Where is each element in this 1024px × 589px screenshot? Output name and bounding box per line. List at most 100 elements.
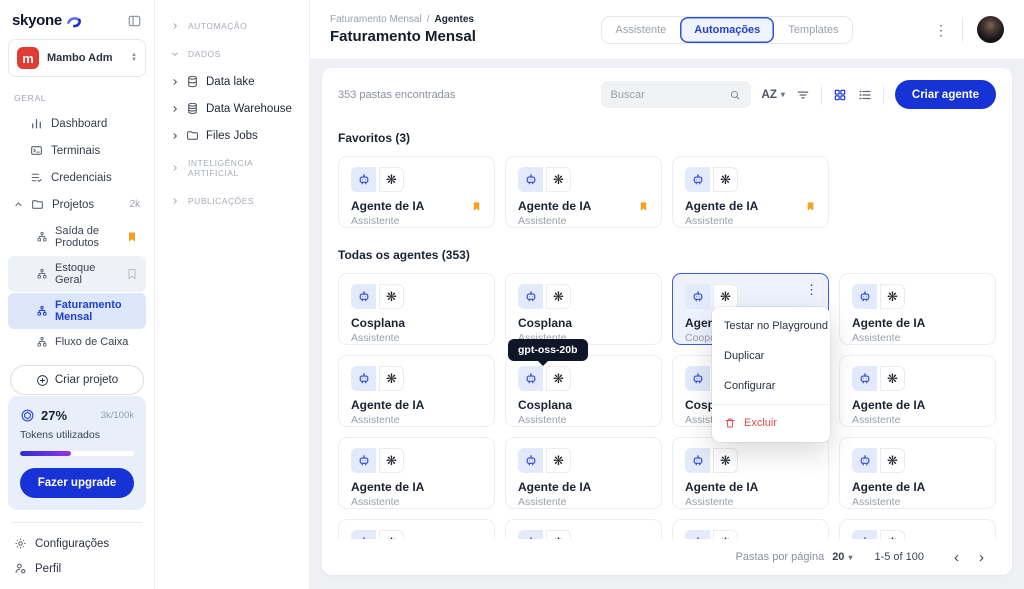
bookmark-filled-icon[interactable] bbox=[638, 201, 649, 212]
tree-item-label: Data lake bbox=[206, 76, 255, 88]
card-subtitle: Assistente bbox=[852, 414, 983, 426]
sidebar-item-credenciais[interactable]: Credenciais bbox=[8, 164, 146, 191]
card-subtitle: Assistente bbox=[518, 496, 649, 508]
card-subtitle: Assistente bbox=[351, 215, 482, 227]
sidebar-item-settings[interactable]: Configurações bbox=[8, 531, 146, 556]
robot-agent-icon bbox=[685, 284, 710, 309]
bookmark-filled-icon[interactable] bbox=[805, 201, 816, 212]
tree-group-publicacoes[interactable]: PUBLICAÇÕES bbox=[165, 187, 299, 215]
tree-item-files-jobs[interactable]: Files Jobs bbox=[165, 122, 299, 149]
plus-circle-icon bbox=[36, 374, 49, 387]
menu-item-excluir[interactable]: Excluir bbox=[712, 408, 830, 438]
per-page-label: Pastas por página bbox=[736, 551, 825, 563]
previous-page-button[interactable]: ‹ bbox=[948, 548, 965, 567]
divider bbox=[712, 404, 830, 405]
favorites-section-title: Favoritos (3) bbox=[338, 131, 996, 145]
user-avatar[interactable] bbox=[977, 16, 1004, 43]
header-kebab-menu-icon[interactable]: ⋮ bbox=[934, 23, 948, 37]
list-view-icon[interactable] bbox=[858, 88, 872, 102]
sidebar-item-terminais[interactable]: Terminais bbox=[8, 137, 146, 164]
menu-item-duplicar[interactable]: Duplicar bbox=[712, 341, 830, 371]
card-subtitle: Assistente bbox=[685, 496, 816, 508]
create-agent-button[interactable]: Criar agente bbox=[895, 80, 996, 109]
card-title: Agente de IA bbox=[518, 199, 591, 213]
agent-card[interactable]: ❋ Agente de IA Assistente bbox=[839, 355, 996, 427]
sidebar-item-label: Credenciais bbox=[51, 172, 112, 184]
workflow-icon bbox=[36, 231, 48, 243]
menu-item-configurar[interactable]: Configurar bbox=[712, 371, 830, 401]
agent-card[interactable]: ❋ Agente de IA Assistente bbox=[338, 437, 495, 509]
bookmark-filled-icon[interactable] bbox=[471, 201, 482, 212]
sidebar-project-item[interactable]: Saída de Produtos bbox=[8, 219, 146, 255]
divider bbox=[962, 18, 963, 42]
agent-card[interactable]: ❋ Agente de IA Assistente bbox=[839, 273, 996, 345]
agent-card[interactable]: ❋ bbox=[672, 519, 829, 539]
account-switcher[interactable]: m Mambo Adm ▲▼ bbox=[8, 39, 146, 77]
sort-az-button[interactable]: AZ ▾ bbox=[762, 89, 785, 101]
sidebar-project-item[interactable]: Faturamento Mensal bbox=[8, 293, 146, 329]
robot-agent-icon bbox=[518, 448, 543, 473]
upgrade-button[interactable]: Fazer upgrade bbox=[20, 468, 134, 498]
sidebar-project-item[interactable]: Fluxo de Caixa bbox=[8, 330, 146, 354]
project-label: Estoque Geral bbox=[55, 262, 119, 286]
agent-card[interactable]: ❋ Cosplana Assistente bbox=[338, 273, 495, 345]
agent-card[interactable]: ❋ Cosplana Assistente bbox=[505, 273, 662, 345]
bookmark-filled-icon[interactable] bbox=[126, 231, 138, 243]
menu-item-label: Excluir bbox=[744, 417, 777, 429]
openai-model-icon: ❋ bbox=[379, 284, 404, 309]
tree-group-inteligencia-artificial[interactable]: INTELIGÊNCIA ARTIFICIAL bbox=[165, 149, 299, 187]
agent-card[interactable]: ❋ Agente de IA Assistente bbox=[505, 437, 662, 509]
sidebar-project-item[interactable]: Estoque Geral bbox=[8, 256, 146, 292]
collapse-sidebar-icon[interactable] bbox=[127, 14, 142, 28]
filter-icon[interactable] bbox=[796, 88, 810, 102]
tree-group-label: INTELIGÊNCIA ARTIFICIAL bbox=[188, 158, 293, 178]
workflow-icon bbox=[36, 268, 48, 280]
card-icon-badges: ❋ bbox=[351, 284, 482, 309]
agent-card[interactable]: ❋ bbox=[338, 519, 495, 539]
tree-group-label: DADOS bbox=[188, 49, 221, 59]
project-label: Faturamento Mensal bbox=[55, 299, 138, 323]
agent-card[interactable]: ❋ Cosplana Assistente bbox=[505, 355, 662, 427]
card-kebab-icon[interactable]: ⋮ bbox=[805, 283, 818, 296]
menu-item-testar-no-playground[interactable]: Testar no Playground bbox=[712, 311, 830, 341]
main-area: Faturamento Mensal / Agentes Faturamento… bbox=[310, 0, 1024, 589]
app-window: skyone m Mambo Adm ▲▼ GERAL Dashboard bbox=[0, 0, 1024, 589]
create-project-button[interactable]: Criar projeto bbox=[10, 365, 144, 395]
grid-view-icon[interactable] bbox=[833, 88, 847, 102]
robot-agent-icon bbox=[518, 530, 543, 539]
card-icon-badges: ❋ bbox=[685, 284, 816, 309]
card-subtitle: Assistente bbox=[852, 332, 983, 344]
openai-model-icon: ❋ bbox=[379, 366, 404, 391]
agent-card[interactable]: ❋ Agente de IA Assistente bbox=[505, 156, 662, 228]
breadcrumb-parent[interactable]: Faturamento Mensal bbox=[330, 14, 422, 25]
per-page-select[interactable]: 20 ▾ bbox=[832, 551, 852, 563]
card-icon-badges: ❋ bbox=[685, 448, 816, 473]
tab-automacoes[interactable]: Automações bbox=[680, 17, 774, 43]
token-usage-card: 27% 3k/100k Tokens utilizados Fazer upgr… bbox=[8, 396, 146, 510]
tree-item-data-warehouse[interactable]: Data Warehouse bbox=[165, 95, 299, 122]
sidebar-item-projetos[interactable]: Projetos 2k bbox=[8, 191, 146, 218]
next-page-button[interactable]: › bbox=[973, 548, 990, 567]
agent-card[interactable]: ❋ bbox=[505, 519, 662, 539]
folder-icon bbox=[31, 198, 44, 211]
card-icon-badges: ❋ bbox=[518, 284, 649, 309]
card-title-row: Agente de IA bbox=[685, 480, 816, 494]
tree-item-data-lake[interactable]: Data lake bbox=[165, 68, 299, 95]
agent-card[interactable]: ❋ bbox=[839, 519, 996, 539]
create-project-label: Criar projeto bbox=[55, 374, 118, 386]
sidebar-item-dashboard[interactable]: Dashboard bbox=[8, 110, 146, 137]
agent-card[interactable]: ❋ Agente de IA Assistente bbox=[672, 156, 829, 228]
tab-templates[interactable]: Templates bbox=[774, 17, 852, 43]
bookmark-outline-icon[interactable] bbox=[126, 268, 138, 280]
agent-card[interactable]: ❋ Agente de IA Assistente bbox=[672, 437, 829, 509]
tab-assistente[interactable]: Assistente bbox=[602, 17, 681, 43]
openai-model-icon: ❋ bbox=[880, 366, 905, 391]
tree-group-automacao[interactable]: AUTOMAÇÃO bbox=[165, 12, 299, 40]
sidebar-item-profile[interactable]: Perfil bbox=[8, 556, 146, 581]
agent-card[interactable]: ❋ Agente de IA Assistente bbox=[839, 437, 996, 509]
search-input[interactable] bbox=[611, 89, 721, 101]
cards-scroll-area[interactable]: Favoritos (3) ❋ Agente de IA Assistente … bbox=[322, 121, 1012, 539]
tree-group-dados[interactable]: DADOS bbox=[165, 40, 299, 68]
agent-card[interactable]: ❋ Agente de IA Assistente bbox=[338, 156, 495, 228]
agent-card[interactable]: ❋ Agente de IA Assistente bbox=[338, 355, 495, 427]
